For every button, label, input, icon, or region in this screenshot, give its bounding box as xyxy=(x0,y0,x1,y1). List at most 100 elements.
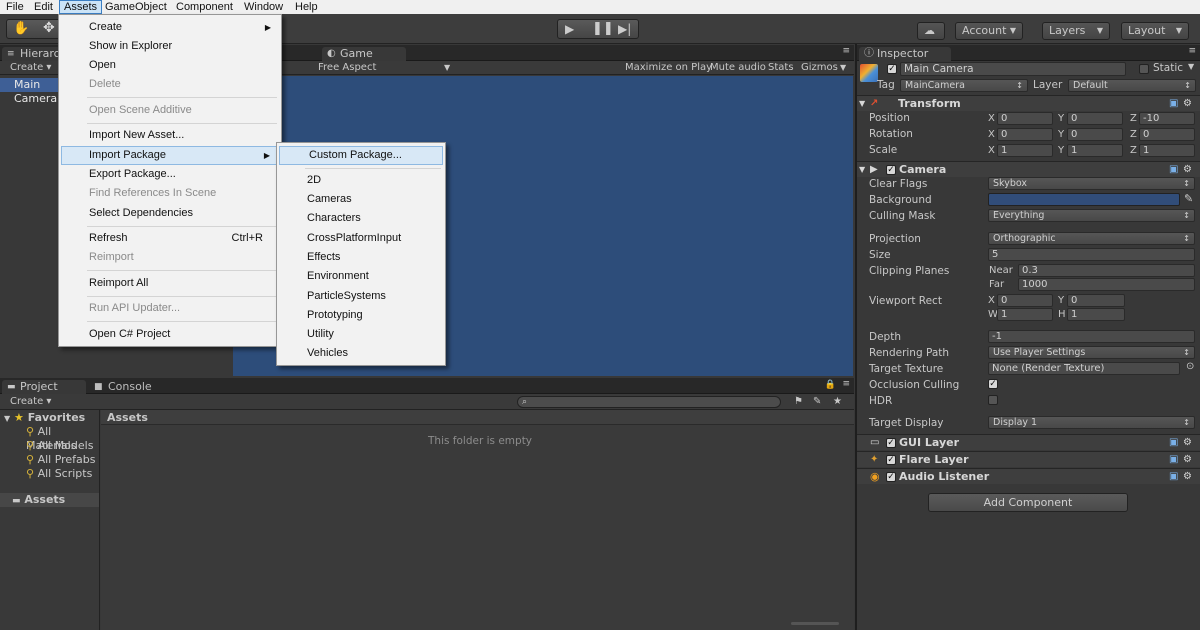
audio-listener-component-header[interactable]: ◉ ✓ Audio Listener ▣ ⚙ xyxy=(857,468,1200,484)
menu-item-open-csharp-project[interactable]: Open C# Project xyxy=(61,325,279,344)
menu-help[interactable]: Help xyxy=(291,0,322,14)
audio-listener-checkbox[interactable]: ✓ xyxy=(886,472,896,482)
help-book-icon[interactable]: ▣ xyxy=(1169,435,1178,450)
help-book-icon[interactable]: ▣ xyxy=(1169,469,1178,484)
help-book-icon[interactable]: ▣ xyxy=(1169,452,1178,467)
far-field[interactable]: 1000 xyxy=(1018,278,1195,291)
panel-menu-icon[interactable]: ≡ xyxy=(1188,46,1196,56)
viewport-h-field[interactable]: 1 xyxy=(1067,308,1125,321)
menu-item-export-package[interactable]: Export Package... xyxy=(61,165,279,184)
viewport-x-field[interactable]: 0 xyxy=(997,294,1053,307)
camera-enabled-checkbox[interactable]: ✓ xyxy=(886,165,896,175)
scale-z-field[interactable]: 1 xyxy=(1139,144,1195,157)
submenu-item-characters[interactable]: Characters xyxy=(279,209,443,228)
viewport-w-field[interactable]: 1 xyxy=(997,308,1053,321)
submenu-item-vehicles[interactable]: Vehicles xyxy=(279,344,443,363)
tag-dropdown[interactable]: MainCamera xyxy=(900,79,1028,92)
viewport-y-field[interactable]: 0 xyxy=(1067,294,1125,307)
position-z-field[interactable]: -10 xyxy=(1139,112,1195,125)
camera-component-header[interactable]: ▼ ▶ ✓ Camera ▣ ⚙ xyxy=(857,161,1200,177)
transform-component-header[interactable]: ▼ ↗ Transform ▣ ⚙ xyxy=(857,95,1200,111)
menu-gameobject[interactable]: GameObject xyxy=(101,0,171,14)
hand-tool-icon[interactable]: ✋ xyxy=(13,21,29,36)
submenu-item-particlesystems[interactable]: ParticleSystems xyxy=(279,287,443,306)
menu-item-select-dependencies[interactable]: Select Dependencies xyxy=(61,204,279,223)
mute-audio-toggle[interactable]: Mute audio xyxy=(710,61,766,75)
pause-icon[interactable]: ❚❚ xyxy=(592,21,614,36)
near-field[interactable]: 0.3 xyxy=(1018,264,1195,277)
target-texture-field[interactable]: None (Render Texture) xyxy=(988,362,1180,375)
size-field[interactable]: 5 xyxy=(988,248,1195,261)
background-color-swatch[interactable] xyxy=(988,193,1180,206)
gear-icon[interactable]: ⚙ xyxy=(1183,469,1192,484)
icon-size-slider[interactable] xyxy=(791,622,839,625)
favorite-item[interactable]: ⚲ All Models xyxy=(26,439,93,453)
project-create-button[interactable]: Create ▾ xyxy=(10,395,51,409)
submenu-item-custom-package[interactable]: Custom Package... xyxy=(279,146,443,165)
chevron-down-icon[interactable]: ▼ xyxy=(1188,62,1194,71)
menu-item-import-package[interactable]: Import Package ▶ xyxy=(61,146,279,165)
add-component-button[interactable]: Add Component xyxy=(928,493,1128,512)
menu-item-import-new-asset[interactable]: Import New Asset... xyxy=(61,126,279,145)
gui-layer-component-header[interactable]: ▭ ✓ GUI Layer ▣ ⚙ xyxy=(857,434,1200,450)
active-checkbox[interactable]: ✓ xyxy=(887,64,897,74)
flare-layer-component-header[interactable]: ✦ ✓ Flare Layer ▣ ⚙ xyxy=(857,451,1200,467)
panel-menu-icon[interactable]: ≡ xyxy=(842,379,850,389)
filter-type-icon[interactable]: ⚑ xyxy=(794,395,803,409)
panel-menu-icon[interactable]: ≡ xyxy=(842,46,850,56)
object-name-field[interactable]: Main Camera xyxy=(900,62,1126,76)
help-book-icon[interactable]: ▣ xyxy=(1169,96,1178,111)
menu-item-reimport-all[interactable]: Reimport All xyxy=(61,274,279,293)
menu-item-refresh[interactable]: Refresh Ctrl+R xyxy=(61,229,279,248)
stats-toggle[interactable]: Stats xyxy=(768,61,794,75)
menu-assets[interactable]: Assets xyxy=(59,0,103,14)
hierarchy-item-selected[interactable]: Main Camera xyxy=(0,78,58,105)
menu-item-open[interactable]: Open xyxy=(61,56,279,75)
clear-flags-dropdown[interactable]: Skybox xyxy=(988,177,1195,190)
favorite-star-icon[interactable]: ★ xyxy=(833,395,842,409)
gui-layer-checkbox[interactable]: ✓ xyxy=(886,438,896,448)
tab-console[interactable]: ■ Console xyxy=(92,380,152,394)
position-y-field[interactable]: 0 xyxy=(1067,112,1123,125)
eyedropper-icon[interactable]: ✎ xyxy=(1184,192,1193,205)
rotation-x-field[interactable]: 0 xyxy=(997,128,1053,141)
rotation-z-field[interactable]: 0 xyxy=(1139,128,1195,141)
flare-layer-checkbox[interactable]: ✓ xyxy=(886,455,896,465)
gizmos-dropdown[interactable]: Gizmos xyxy=(801,61,838,75)
submenu-item-utility[interactable]: Utility xyxy=(279,325,443,344)
menu-window[interactable]: Window xyxy=(240,0,287,14)
help-book-icon[interactable]: ▣ xyxy=(1169,162,1178,177)
menu-component[interactable]: Component xyxy=(172,0,237,14)
menu-edit[interactable]: Edit xyxy=(30,0,57,14)
scale-y-field[interactable]: 1 xyxy=(1067,144,1123,157)
gear-icon[interactable]: ⚙ xyxy=(1183,96,1192,111)
position-x-field[interactable]: 0 xyxy=(997,112,1053,125)
step-icon[interactable]: ▶| xyxy=(618,22,631,36)
static-checkbox[interactable] xyxy=(1139,64,1149,74)
assets-root-node[interactable]: ▬ Assets xyxy=(0,493,99,507)
projection-dropdown[interactable]: Orthographic xyxy=(988,232,1195,245)
favorite-item[interactable]: ⚲ All Scripts xyxy=(26,467,92,481)
submenu-item-effects[interactable]: Effects xyxy=(279,248,443,267)
menu-item-find-references[interactable]: Find References In Scene xyxy=(61,184,279,203)
gear-icon[interactable]: ⚙ xyxy=(1183,452,1192,467)
menu-item-reimport[interactable]: Reimport xyxy=(61,248,279,267)
submenu-item-prototyping[interactable]: Prototyping xyxy=(279,306,443,325)
depth-field[interactable]: -1 xyxy=(988,330,1195,343)
scale-x-field[interactable]: 1 xyxy=(997,144,1053,157)
target-display-dropdown[interactable]: Display 1 xyxy=(988,416,1195,429)
move-tool-icon[interactable]: ✥ xyxy=(43,20,55,36)
cloud-button[interactable]: ☁ xyxy=(917,22,945,40)
favorites-node[interactable]: ▼ ★ Favorites xyxy=(4,411,85,426)
submenu-item-2d[interactable]: 2D xyxy=(279,171,443,190)
tab-game[interactable]: ◐ Game xyxy=(322,47,406,61)
menu-item-run-api-updater[interactable]: Run API Updater... xyxy=(61,299,279,318)
layout-dropdown[interactable]: Layout ▼ xyxy=(1121,22,1189,40)
rotation-y-field[interactable]: 0 xyxy=(1067,128,1123,141)
object-picker-icon[interactable]: ⊙ xyxy=(1186,361,1194,372)
lock-icon[interactable]: 🔒 xyxy=(825,380,836,390)
submenu-item-crossplatforminput[interactable]: CrossPlatformInput xyxy=(279,229,443,248)
maximize-on-play-toggle[interactable]: Maximize on Play xyxy=(625,61,712,75)
tab-project[interactable]: ▬ Project xyxy=(2,380,86,394)
layers-dropdown[interactable]: Layers ▼ xyxy=(1042,22,1110,40)
